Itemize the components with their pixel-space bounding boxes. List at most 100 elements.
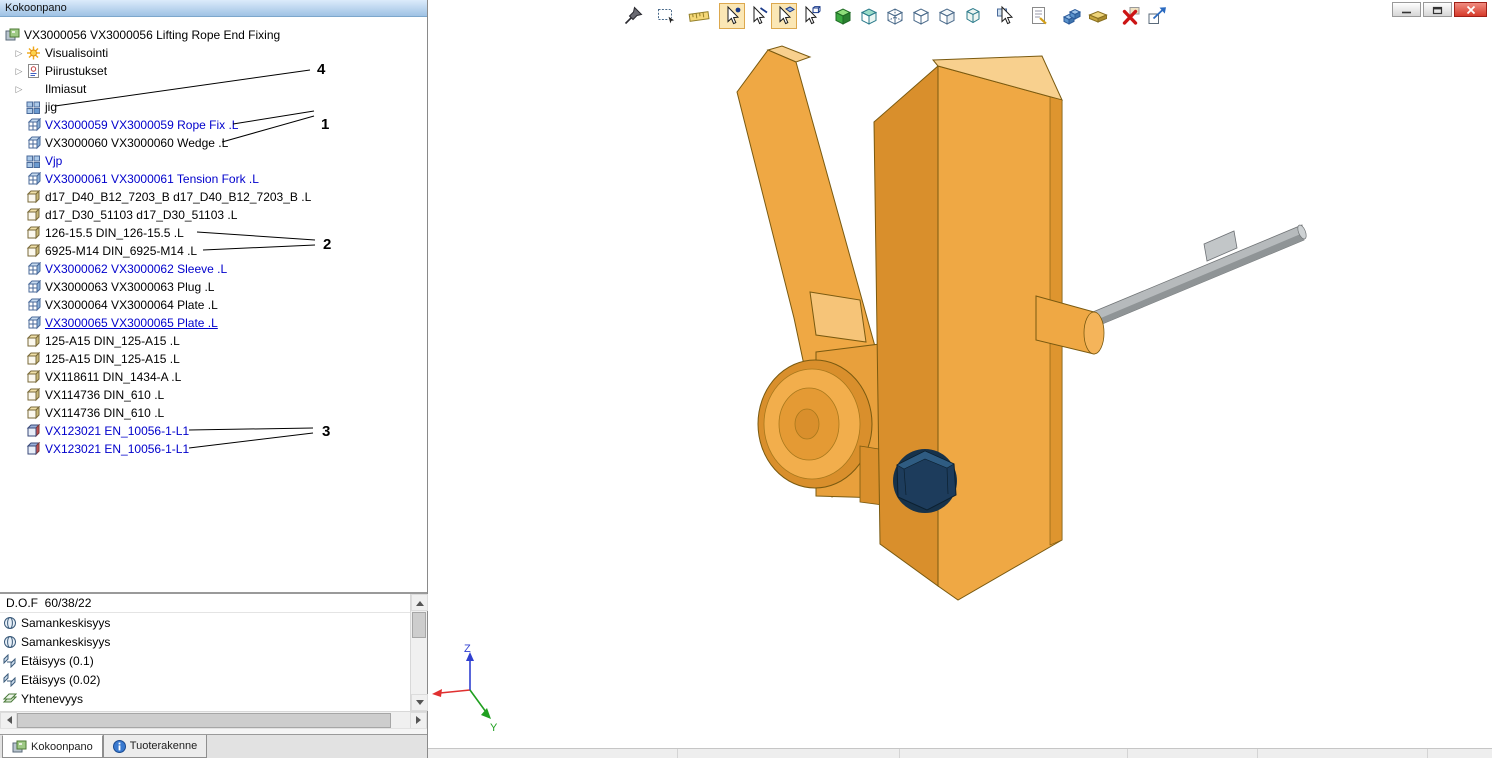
part-icon: [26, 244, 43, 258]
tree-item[interactable]: VX3000064 VX3000064 Plate .L: [0, 296, 427, 314]
constraint-label: Yhtenevyys: [21, 692, 83, 706]
export-icon[interactable]: [1144, 3, 1170, 29]
constraint-row[interactable]: Yhtenevyys: [0, 689, 427, 708]
subasm-icon: [26, 136, 43, 150]
rod-shading: [1089, 233, 1304, 329]
wireframe-box-icon[interactable]: [908, 3, 934, 29]
scroll-up-button[interactable]: [411, 594, 428, 611]
tree-item-label: VX123021 EN_10056-1-L1: [43, 442, 189, 456]
scroll-right-button[interactable]: [410, 712, 427, 729]
3d-model-view[interactable]: Z Y: [428, 0, 1492, 748]
drawing-icon: [26, 64, 43, 78]
expander-icon[interactable]: ▷: [12, 44, 26, 62]
steps-blue-icon[interactable]: [1059, 3, 1085, 29]
scroll-down-button[interactable]: [411, 694, 428, 711]
zoom-window-icon[interactable]: [653, 3, 679, 29]
select-body-cursor-icon[interactable]: [797, 3, 823, 29]
pin-icon[interactable]: [620, 3, 646, 29]
tree-item[interactable]: VX123021 EN_10056-1-L1: [0, 440, 427, 458]
tree-item[interactable]: 125-A15 DIN_125-A15 .L: [0, 350, 427, 368]
horizontal-scroll-thumb[interactable]: [17, 713, 391, 728]
close-button[interactable]: [1454, 2, 1487, 17]
tree-item[interactable]: VX3000056 VX3000056 Lifting Rope End Fix…: [0, 26, 427, 44]
tree-item[interactable]: ▷Visualisointi: [0, 44, 427, 62]
tree-item-label: VX114736 DIN_610 .L: [43, 406, 164, 420]
group-icon: [26, 154, 43, 168]
tree-item[interactable]: ▷Piirustukset: [0, 62, 427, 80]
shaded-edges-box-icon[interactable]: [856, 3, 882, 29]
subasm-icon: [26, 280, 43, 294]
white-box-icon[interactable]: [934, 3, 960, 29]
constraint-label: Etäisyys (0.02): [21, 673, 100, 687]
vertical-scroll-thumb[interactable]: [412, 612, 426, 638]
model-viewport[interactable]: Z Y: [428, 0, 1492, 748]
select-object-icon[interactable]: [993, 3, 1019, 29]
status-bar: [428, 748, 1492, 758]
status-cell: [1428, 749, 1492, 758]
triangle-down-icon: [416, 700, 424, 709]
expander-icon[interactable]: ▷: [12, 62, 26, 80]
select-point-cursor-icon[interactable]: [719, 3, 745, 29]
restore-button[interactable]: [1423, 2, 1452, 17]
bushing-face: [1084, 312, 1104, 354]
status-cell: [1128, 749, 1258, 758]
tree-item[interactable]: Vjp: [0, 152, 427, 170]
tree-item-label: VX3000056 VX3000056 Lifting Rope End Fix…: [22, 28, 280, 42]
tree-item-label: Vjp: [43, 154, 62, 168]
tree-item[interactable]: d17_D30_51103 d17_D30_51103 .L: [0, 206, 427, 224]
tree-item[interactable]: VX3000063 VX3000063 Plug .L: [0, 278, 427, 296]
constraint-label: Etäisyys (0.1): [21, 654, 94, 668]
constraint-row[interactable]: Samankeskisyys: [0, 613, 427, 632]
tree-item[interactable]: VX114736 DIN_610 .L: [0, 404, 427, 422]
tree-item[interactable]: ▷ Ilmiasut: [0, 80, 427, 98]
horizontal-scrollbar[interactable]: [0, 711, 427, 728]
tree-item[interactable]: VX3000060 VX3000060 Wedge .L: [0, 134, 427, 152]
tree-item[interactable]: VX3000065 VX3000065 Plate .L: [0, 314, 427, 332]
tree-item-label: 126-15.5 DIN_126-15.5 .L: [43, 226, 184, 240]
scroll-left-button[interactable]: [0, 712, 17, 729]
gold-slab-icon[interactable]: [1085, 3, 1111, 29]
profile-icon: [26, 424, 43, 438]
profile-icon: [26, 442, 43, 456]
tree-item[interactable]: VX3000059 VX3000059 Rope Fix .L: [0, 116, 427, 134]
panel-tab-strip: KokoonpanoTuoterakenne: [0, 734, 427, 758]
expander-icon[interactable]: ▷: [12, 80, 26, 98]
delete-red-icon[interactable]: [1118, 3, 1144, 29]
select-edge-cursor-icon[interactable]: [745, 3, 771, 29]
tree-item[interactable]: 125-A15 DIN_125-A15 .L: [0, 332, 427, 350]
visual-icon: [26, 46, 43, 60]
constraint-row[interactable]: Etäisyys (0.02): [0, 670, 427, 689]
root-icon: [5, 28, 22, 42]
hex-prism-icon[interactable]: [960, 3, 986, 29]
constraint-row[interactable]: Samankeskisyys: [0, 632, 427, 651]
axis-z-label: Z: [464, 643, 471, 655]
notes-icon[interactable]: [1026, 3, 1052, 29]
tab-kokoonpano[interactable]: Kokoonpano: [2, 735, 103, 758]
tree-item-label: Ilmiasut: [43, 82, 86, 96]
tree-item[interactable]: VX123021 EN_10056-1-L1: [0, 422, 427, 440]
tree-item[interactable]: VX114736 DIN_610 .L: [0, 386, 427, 404]
tab-tuoterakenne[interactable]: Tuoterakenne: [103, 735, 207, 758]
hidden-lines-box-icon[interactable]: [882, 3, 908, 29]
status-cell: [428, 749, 678, 758]
minimize-button[interactable]: [1392, 2, 1421, 17]
tree-item[interactable]: 6925-M14 DIN_6925-M14 .L: [0, 242, 427, 260]
tree-item[interactable]: VX3000062 VX3000062 Sleeve .L: [0, 260, 427, 278]
assembly-tree: VX3000056 VX3000056 Lifting Rope End Fix…: [0, 17, 427, 592]
measure-icon[interactable]: [686, 3, 712, 29]
distance-constraint-icon: [3, 673, 17, 687]
axes-triad: Z Y: [432, 643, 498, 734]
constraint-row[interactable]: Etäisyys (0.1): [0, 651, 427, 670]
tree-item[interactable]: 126-15.5 DIN_126-15.5 .L: [0, 224, 427, 242]
tree-item-label: VX118611 DIN_1434-A .L: [43, 370, 181, 384]
tree-item[interactable]: VX118611 DIN_1434-A .L: [0, 368, 427, 386]
tree-item[interactable]: VX3000061 VX3000061 Tension Fork .L: [0, 170, 427, 188]
tree-item[interactable]: jig: [0, 98, 427, 116]
select-face-cursor-icon[interactable]: [771, 3, 797, 29]
subasm-icon: [26, 262, 43, 276]
shaded-cube-icon[interactable]: [830, 3, 856, 29]
tree-item-label: jig: [43, 100, 57, 114]
coincide-constraint-icon: [3, 692, 17, 706]
vertical-scrollbar[interactable]: [410, 594, 427, 711]
tree-item[interactable]: d17_D40_B12_7203_B d17_D40_B12_7203_B .L: [0, 188, 427, 206]
